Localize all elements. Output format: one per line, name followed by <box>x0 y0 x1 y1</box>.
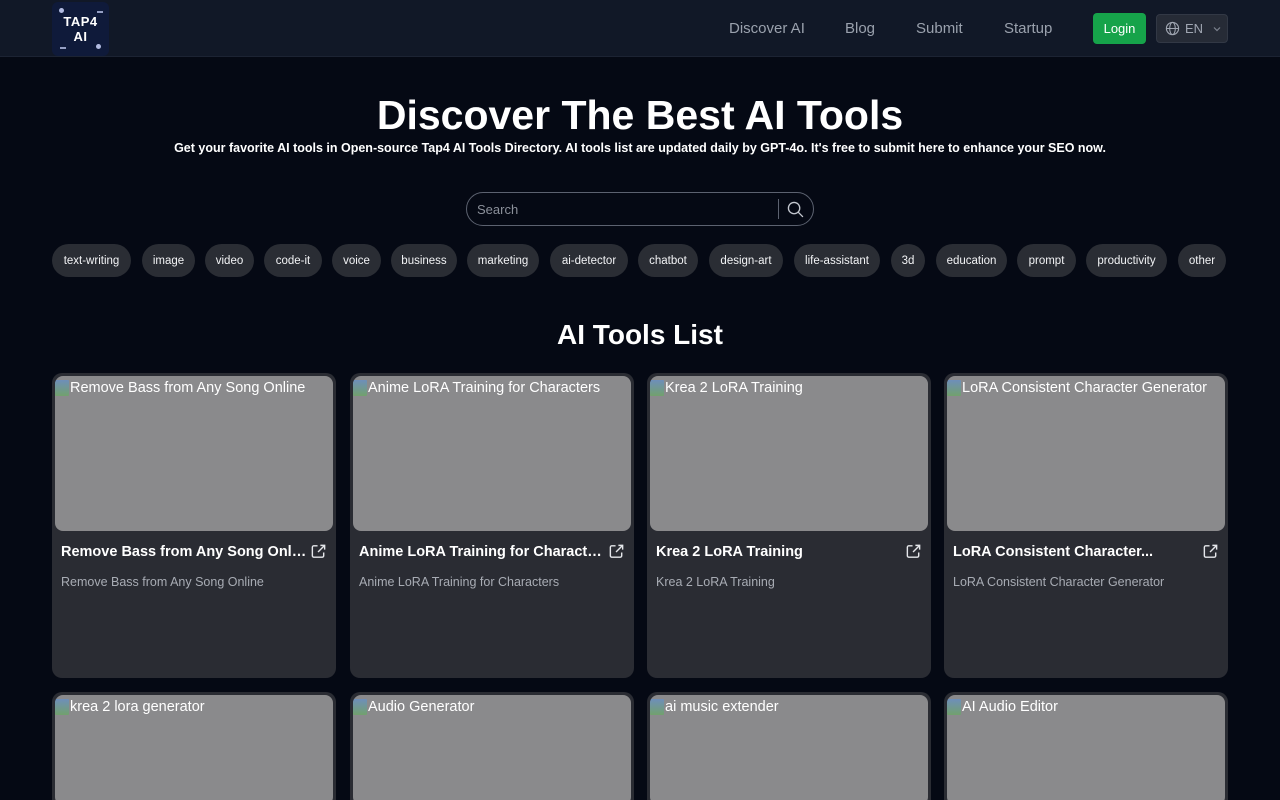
tool-thumbnail[interactable]: ai music extender <box>650 695 928 800</box>
search-icon[interactable] <box>787 201 804 218</box>
broken-image-icon <box>650 699 664 715</box>
external-link-icon[interactable] <box>608 543 625 560</box>
tag-marketing[interactable]: marketing <box>467 244 539 277</box>
thumbnail-alt-text: LoRA Consistent Character Generator <box>962 380 1208 396</box>
external-link-icon[interactable] <box>310 543 327 560</box>
sparkle-icon <box>60 47 66 49</box>
tag-ai-detector[interactable]: ai-detector <box>550 244 628 277</box>
nav-discover-ai[interactable]: Discover AI <box>729 20 805 38</box>
tool-card[interactable]: Remove Bass from Any Song Online Remove … <box>52 373 336 678</box>
login-button[interactable]: Login <box>1093 13 1146 44</box>
tag-voice[interactable]: voice <box>332 244 381 277</box>
page-subtitle: Get your favorite AI tools in Open-sourc… <box>174 141 1106 155</box>
sparkle-icon <box>97 11 103 13</box>
tool-card[interactable]: ai music extender <box>647 692 931 800</box>
tool-name[interactable]: Anime LoRA Training for Characters <box>359 543 605 561</box>
tool-card[interactable]: krea 2 lora generator <box>52 692 336 800</box>
tag-other[interactable]: other <box>1178 244 1226 277</box>
language-selector[interactable]: EN <box>1156 14 1228 43</box>
thumbnail-alt-text: krea 2 lora generator <box>70 699 205 715</box>
thumbnail-alt-text: Krea 2 LoRA Training <box>665 380 803 396</box>
broken-image-icon <box>650 380 664 396</box>
tool-description: Remove Bass from Any Song Online <box>61 575 264 589</box>
tag-video[interactable]: video <box>205 244 254 277</box>
external-link-icon[interactable] <box>1202 543 1219 560</box>
tag-3d[interactable]: 3d <box>891 244 925 277</box>
search-divider <box>778 199 779 219</box>
tools-list-title: AI Tools List <box>557 319 723 350</box>
nav-startup[interactable]: Startup <box>1004 20 1052 38</box>
tool-description: LoRA Consistent Character Generator <box>953 575 1165 589</box>
tag-business[interactable]: business <box>391 244 457 277</box>
tool-thumbnail[interactable]: Krea 2 LoRA Training <box>650 376 928 531</box>
tool-name[interactable]: Remove Bass from Any Song Online <box>61 543 307 561</box>
tag-design-art[interactable]: design-art <box>709 244 783 277</box>
tool-thumbnail[interactable]: LoRA Consistent Character Generator <box>947 376 1225 531</box>
tag-chatbot[interactable]: chatbot <box>638 244 698 277</box>
thumbnail-alt-text: AI Audio Editor <box>962 699 1058 715</box>
broken-image-icon <box>353 380 367 396</box>
tag-image[interactable]: image <box>142 244 195 277</box>
tool-card[interactable]: Audio Generator <box>350 692 634 800</box>
chevron-down-icon <box>1213 26 1221 31</box>
globe-icon <box>1165 21 1180 36</box>
thumbnail-alt-text: Anime LoRA Training for Characters <box>368 380 601 396</box>
tag-text-writing[interactable]: text-writing <box>52 244 131 277</box>
tag-code-it[interactable]: code-it <box>264 244 322 277</box>
thumbnail-alt-text: Remove Bass from Any Song Online <box>70 380 306 396</box>
search-box <box>466 192 814 226</box>
tool-thumbnail[interactable]: Remove Bass from Any Song Online <box>55 376 333 531</box>
thumbnail-alt-text: ai music extender <box>665 699 779 715</box>
tag-prompt[interactable]: prompt <box>1017 244 1076 277</box>
broken-image-icon <box>55 380 69 396</box>
search-input[interactable] <box>477 193 777 225</box>
broken-image-icon <box>947 699 961 715</box>
language-label: EN <box>1185 21 1204 36</box>
tool-card[interactable]: Anime LoRA Training for Characters Anime… <box>350 373 634 678</box>
logo-text-line2: AI <box>73 29 88 44</box>
tag-life-assistant[interactable]: life-assistant <box>794 244 880 277</box>
logo-text-line1: TAP4 <box>63 14 98 29</box>
tool-description: Anime LoRA Training for Characters <box>359 575 560 589</box>
tool-thumbnail[interactable]: krea 2 lora generator <box>55 695 333 800</box>
broken-image-icon <box>947 380 961 396</box>
broken-image-icon <box>55 699 69 715</box>
tool-thumbnail[interactable]: Anime LoRA Training for Characters <box>353 376 631 531</box>
thumbnail-alt-text: Audio Generator <box>368 699 475 715</box>
tool-card[interactable]: AI Audio Editor <box>944 692 1228 800</box>
external-link-icon[interactable] <box>905 543 922 560</box>
nav-submit[interactable]: Submit <box>916 20 963 38</box>
tool-thumbnail[interactable]: Audio Generator <box>353 695 631 800</box>
sparkle-icon <box>59 8 64 13</box>
tool-card[interactable]: LoRA Consistent Character Generator LoRA… <box>944 373 1228 678</box>
site-header: TAP4 AI Discover AI Blog Submit Startup … <box>0 0 1280 57</box>
tool-description: Krea 2 LoRA Training <box>656 575 775 589</box>
nav-blog[interactable]: Blog <box>845 20 875 38</box>
tool-card[interactable]: Krea 2 LoRA Training Krea 2 LoRA Trainin… <box>647 373 931 678</box>
tool-name[interactable]: Krea 2 LoRA Training <box>656 543 902 561</box>
sparkle-icon <box>96 44 101 49</box>
tag-education[interactable]: education <box>936 244 1007 277</box>
broken-image-icon <box>353 699 367 715</box>
tool-name[interactable]: LoRA Consistent Character... <box>953 543 1199 561</box>
page-title: Discover The Best AI Tools <box>376 92 904 138</box>
tag-productivity[interactable]: productivity <box>1086 244 1167 277</box>
tool-thumbnail[interactable]: AI Audio Editor <box>947 695 1225 800</box>
site-logo[interactable]: TAP4 AI <box>52 2 109 56</box>
